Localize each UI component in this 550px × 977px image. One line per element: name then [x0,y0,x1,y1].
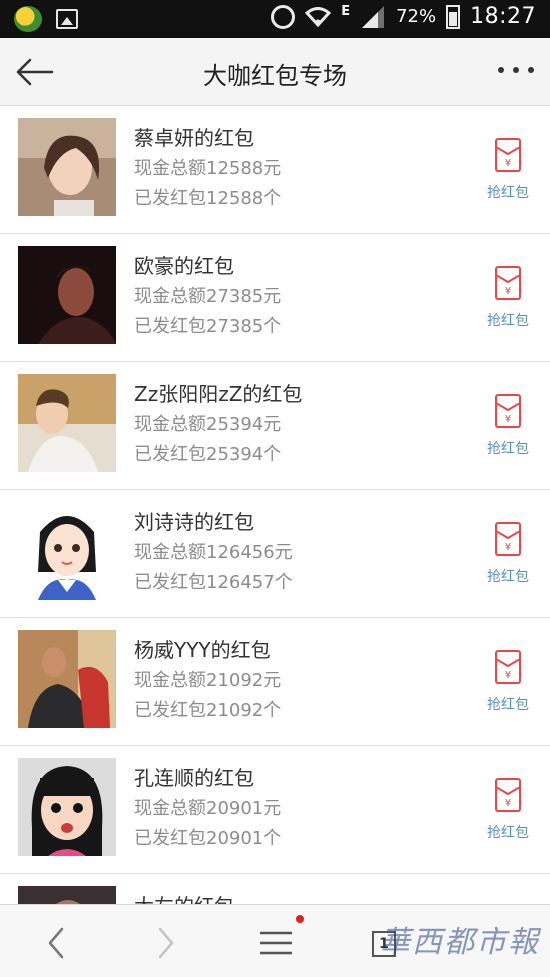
grab-label: 抢红包 [487,441,529,457]
list-item[interactable]: Zz张阳阳zZ的红包 现金总额25394元 已发红包25394个 ¥ 抢红包 [0,362,550,490]
avatar [18,118,116,216]
cash-total: 现金总额27385元 [134,286,282,307]
avatar [18,246,116,344]
cash-total: 现金总额25394元 [134,414,282,435]
bottom-nav: 1 華西都市報 [0,904,550,977]
grab-red-packet-button[interactable]: ¥ 抢红包 [484,266,532,330]
battery-percent: 72% [396,6,437,27]
packets-sent: 已发红包27385个 [134,316,282,337]
red-envelope-icon: ¥ [495,266,521,300]
svg-text:¥: ¥ [505,542,511,553]
list-item[interactable]: 孔连顺的红包 现金总额20901元 已发红包20901个 ¥ 抢红包 [0,746,550,874]
list-item[interactable]: 蔡卓妍的红包 现金总额12588元 已发红包12588个 ¥ 抢红包 [0,106,550,234]
gallery-icon [56,9,78,29]
cash-total: 现金总额126456元 [134,542,293,563]
battery-icon [446,4,461,29]
grab-label: 抢红包 [487,313,529,329]
grab-label: 抢红包 [487,825,529,841]
packets-sent: 已发红包20901个 [134,828,282,849]
page-title: 大咖红包专场 [203,62,347,90]
sender-name: 刘诗诗的红包 [134,510,254,534]
red-envelope-icon: ¥ [495,778,521,812]
list-item[interactable]: 杨威YYY的红包 现金总额21092元 已发红包21092个 ¥ 抢红包 [0,618,550,746]
grab-red-packet-button[interactable]: ¥ 抢红包 [484,522,532,586]
avatar [18,374,116,472]
sender-name: 孔连顺的红包 [134,766,254,790]
packets-sent: 已发红包25394个 [134,444,282,465]
sender-name: Zz张阳阳zZ的红包 [134,382,303,406]
status-bar: E 72% 18:27 [0,0,550,38]
sender-name: 大左的红包 [134,890,234,904]
app-page: E 72% 18:27 大咖红包专场 蔡卓妍的红包 现金总额12588元 已发红… [0,0,550,977]
nav-back-icon[interactable] [38,925,78,961]
packets-sent: 已发红包12588个 [134,188,282,209]
red-envelope-icon: ¥ [495,138,521,172]
clock: 18:27 [470,4,536,29]
svg-text:¥: ¥ [505,414,511,425]
list-item[interactable]: 刘诗诗的红包 现金总额126456元 已发红包126457个 ¥ 抢红包 [0,490,550,618]
avatar [18,502,116,600]
grab-red-packet-button[interactable]: ¥ 抢红包 [484,778,532,842]
svg-text:¥: ¥ [505,286,511,297]
svg-text:¥: ¥ [505,670,511,681]
alarm-icon [271,4,296,29]
red-packet-list: 蔡卓妍的红包 现金总额12588元 已发红包12588个 ¥ 抢红包 欧豪的红包… [0,106,550,904]
svg-text:¥: ¥ [505,158,511,169]
grab-red-packet-button[interactable]: ¥ 抢红包 [484,138,532,202]
notification-dot [296,915,304,923]
list-item[interactable]: 大左的红包 [0,874,550,904]
sender-name: 杨威YYY的红包 [134,638,271,662]
sender-name: 欧豪的红包 [134,254,234,278]
watermark-logo: 華西都市報 [380,925,540,960]
grab-label: 抢红包 [487,697,529,713]
avatar [18,630,116,728]
sender-name: 蔡卓妍的红包 [134,126,254,150]
grab-red-packet-button[interactable]: ¥ 抢红包 [484,394,532,458]
grab-red-packet-button[interactable]: ¥ 抢红包 [484,650,532,714]
grab-label: 抢红包 [487,185,529,201]
app-notification-icon [14,6,42,32]
svg-text:¥: ¥ [505,798,511,809]
signal-icon [360,5,386,28]
wifi-icon [305,6,332,27]
red-envelope-icon: ¥ [495,650,521,684]
network-type: E [341,4,351,19]
list-item[interactable]: 欧豪的红包 现金总额27385元 已发红包27385个 ¥ 抢红包 [0,234,550,362]
avatar [18,758,116,856]
more-icon[interactable] [498,64,534,76]
red-envelope-icon: ¥ [495,522,521,556]
avatar [18,886,116,904]
grab-label: 抢红包 [487,569,529,585]
menu-icon[interactable] [256,925,296,961]
cash-total: 现金总额21092元 [134,670,282,691]
top-bar: 大咖红包专场 [0,38,550,106]
packets-sent: 已发红包126457个 [134,572,293,593]
red-envelope-icon: ¥ [495,394,521,428]
cash-total: 现金总额20901元 [134,798,282,819]
cash-total: 现金总额12588元 [134,158,282,179]
nav-forward-icon[interactable] [146,925,186,961]
packets-sent: 已发红包21092个 [134,700,282,721]
